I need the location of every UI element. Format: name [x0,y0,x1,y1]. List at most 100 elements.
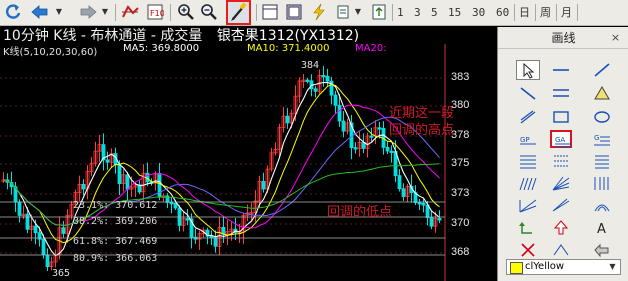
candle-body [385,146,390,152]
up-arrow-mark-icon[interactable] [517,218,539,236]
candle-body [313,88,318,92]
color-select[interactable]: clYellow ▼ [506,259,621,275]
wave-lines-icon[interactable] [550,196,572,214]
candle-body [389,150,394,153]
channel-lines-icon[interactable] [517,152,539,170]
signal-dropdown-icon[interactable]: ▼ [353,3,363,21]
fib-arcs-icon[interactable] [591,196,613,214]
candle-body [429,217,434,227]
candle-body [125,174,130,190]
signal-icon[interactable] [334,3,352,21]
delete-tool-icon[interactable] [517,240,539,258]
period-3min[interactable]: 3 [414,4,421,21]
fan-lines-icon[interactable] [517,174,539,192]
ma20-value: MA20: [355,43,387,54]
y-tick-368: 368 [451,246,470,258]
candle-body [285,115,290,124]
chart-title-text: 10分钟 K线 - 布林通道 - 成交量 [3,28,203,44]
ellipse-icon[interactable] [550,108,572,126]
main-toolbar: ▼ ▼ F10 ▼ 1 3 5 15 30 60 日 周 月 [0,0,628,26]
period-day[interactable]: 日 [519,4,530,21]
parallel-lines-icon[interactable] [550,84,572,102]
candle-body [45,254,50,268]
period-5min[interactable]: 5 [431,4,438,21]
arc-icon[interactable] [591,108,613,126]
rectangle-icon[interactable] [517,108,539,126]
refresh-icon[interactable] [4,3,22,21]
candle-body [361,142,366,149]
candle-body [213,237,218,247]
candle-body [185,218,190,221]
period-refresh-icon[interactable] [370,3,388,21]
diagonal-line-icon[interactable] [591,61,613,79]
down-arrow-mark-icon[interactable] [550,218,572,236]
candle-body [25,213,30,230]
candle-body [377,127,382,130]
back-dropdown-icon[interactable]: ▼ [54,3,64,21]
svg-text:A: A [597,222,606,236]
y-tick-378: 378 [451,129,470,141]
candle-body [81,184,86,190]
candle-body [117,164,122,185]
candle-body [353,147,358,150]
layout-window-icon[interactable] [285,3,303,21]
gold-section-icon[interactable]: G [591,130,613,148]
y-tick-380: 380 [451,99,470,111]
zoom-in-icon[interactable] [177,3,195,21]
triangle-icon[interactable] [591,84,613,102]
lightning-icon[interactable] [310,3,328,21]
period-30min[interactable]: 30 [472,4,485,21]
gann-line-icon[interactable]: GP [517,130,539,148]
pointer-icon[interactable] [516,60,540,80]
candle-body [105,159,110,163]
fib-level-80: 80.9%: 366.063 [73,253,158,264]
cycle-lines-icon[interactable] [517,196,539,214]
f10-info-icon[interactable]: F10 [146,3,164,21]
close-icon[interactable]: × [609,31,622,44]
gann-fan-icon[interactable] [550,174,572,192]
fib-level-38: 38.2%: 369.206 [73,216,158,227]
period-1min[interactable]: 1 [397,4,404,21]
period-month[interactable]: 月 [561,4,572,21]
color-name: clYellow [525,261,565,272]
candle-body [421,202,426,206]
time-zone-icon[interactable] [591,174,613,192]
percent-lines-icon[interactable] [591,152,613,170]
svg-text:GA: GA [555,136,565,144]
candle-body [33,225,38,234]
period-week[interactable]: 周 [540,4,551,21]
forward-icon[interactable] [76,3,98,21]
ma5-value: MA5: 369.8000 [123,43,200,54]
y-tick-370: 370 [451,217,470,229]
y-tick-373: 373 [451,187,470,199]
kline-type-icon[interactable] [120,3,140,21]
period-60min[interactable]: 60 [496,4,509,21]
candle-body [305,79,310,82]
svg-text:F10: F10 [150,9,164,18]
undo-tool-icon[interactable] [591,240,613,258]
speed-lines-icon[interactable] [550,152,572,170]
back-icon[interactable] [30,3,52,21]
low-price-label: 365 [52,268,71,279]
chevron-down-icon[interactable]: ▼ [607,261,618,273]
candle-body [169,202,174,205]
candle-body [397,175,402,190]
text-note-icon[interactable]: A [591,218,613,236]
svg-text:GP: GP [520,136,530,144]
forward-dropdown-icon[interactable]: ▼ [100,3,110,21]
candle-body [17,201,22,216]
product-name: 银杏果1312(YX1312) [216,28,360,44]
y-tick-383: 383 [451,71,470,83]
y-tick-375: 375 [451,157,470,169]
horizontal-line-icon[interactable] [550,61,572,79]
candle-body [41,238,46,256]
candle-body [325,75,330,82]
period-more[interactable] [582,4,622,21]
golden-ratio-icon[interactable]: GA [550,130,572,148]
zoom-out-icon[interactable] [200,3,218,21]
period-15min[interactable]: 15 [448,4,461,21]
ray-line-icon[interactable] [517,84,539,102]
indicator-window-icon[interactable] [261,3,279,21]
hide-tool-icon[interactable] [550,240,572,258]
candle-body [333,94,338,106]
